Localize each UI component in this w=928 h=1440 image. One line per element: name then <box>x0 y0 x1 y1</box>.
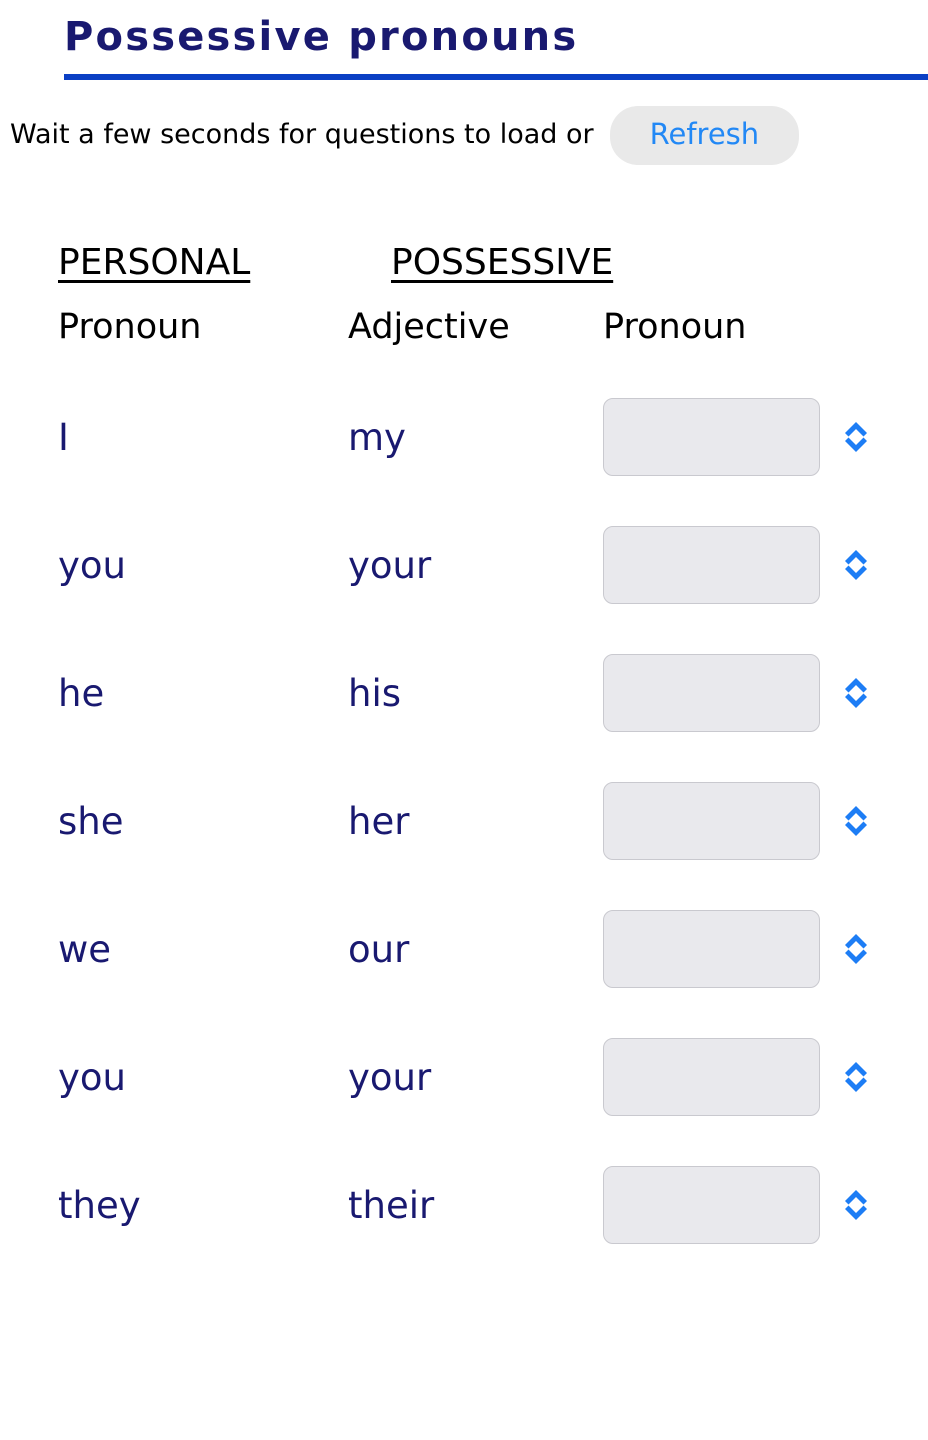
cell-personal-pronoun: he <box>58 671 105 715</box>
answer-select-wrapper: mineyourshishersourstheirs <box>603 654 893 732</box>
loading-notice-text: Wait a few seconds for questions to load… <box>10 119 594 151</box>
answer-select-wrapper: mineyourshishersourstheirs <box>603 910 893 988</box>
possessive-pronoun-select[interactable]: mineyourshishersourstheirs <box>603 1166 820 1244</box>
pronoun-rows: I my mineyourshishersourstheirs you your… <box>0 373 928 1269</box>
cell-personal-pronoun: we <box>58 927 112 971</box>
possessive-pronoun-select[interactable]: mineyourshishersourstheirs <box>603 654 820 732</box>
cell-possessive-adjective: my <box>348 415 406 459</box>
answer-select-wrapper: mineyourshishersourstheirs <box>603 1038 893 1116</box>
possessive-pronoun-select[interactable]: mineyourshishersourstheirs <box>603 782 820 860</box>
cell-possessive-adjective: their <box>348 1183 435 1227</box>
answer-select-wrapper: mineyourshishersourstheirs <box>603 398 893 476</box>
cell-personal-pronoun: you <box>58 543 126 587</box>
updown-chevron-icon <box>843 1060 869 1094</box>
table-row: they their mineyourshishersourstheirs <box>0 1141 928 1269</box>
answer-select-wrapper: mineyourshishersourstheirs <box>603 526 893 604</box>
table-row: he his mineyourshishersourstheirs <box>0 629 928 757</box>
updown-chevron-icon <box>843 420 869 454</box>
updown-chevron-icon <box>843 676 869 710</box>
table-row: she her mineyourshishersourstheirs <box>0 757 928 885</box>
table-row: you your mineyourshishersourstheirs <box>0 501 928 629</box>
column-header-possessive-adjective: Adjective <box>348 306 510 347</box>
page-title: Possessive pronouns <box>64 14 579 60</box>
pronoun-table: PERSONAL POSSESSIVE Pronoun Adjective Pr… <box>0 223 928 1269</box>
possessive-pronoun-select[interactable]: mineyourshishersourstheirs <box>603 1038 820 1116</box>
answer-select-wrapper: mineyourshishersourstheirs <box>603 782 893 860</box>
cell-possessive-adjective: his <box>348 671 402 715</box>
group-header-possessive: POSSESSIVE <box>391 242 614 283</box>
table-row: I my mineyourshishersourstheirs <box>0 373 928 501</box>
updown-chevron-icon <box>843 548 869 582</box>
table-row: you your mineyourshishersourstheirs <box>0 1013 928 1141</box>
cell-possessive-adjective: our <box>348 927 410 971</box>
cell-possessive-adjective: her <box>348 799 410 843</box>
sub-header-row: Pronoun Adjective Pronoun <box>0 281 928 373</box>
updown-chevron-icon <box>843 804 869 838</box>
group-header-row: PERSONAL POSSESSIVE <box>0 223 928 281</box>
table-row: we our mineyourshishersourstheirs <box>0 885 928 1013</box>
column-header-personal-pronoun: Pronoun <box>58 306 202 347</box>
group-header-personal: PERSONAL <box>58 242 251 283</box>
cell-personal-pronoun: you <box>58 1055 126 1099</box>
page-header: Possessive pronouns <box>0 0 928 80</box>
cell-personal-pronoun: they <box>58 1183 141 1227</box>
column-header-possessive-pronoun: Pronoun <box>603 306 747 347</box>
cell-possessive-adjective: your <box>348 1055 432 1099</box>
answer-select-wrapper: mineyourshishersourstheirs <box>603 1166 893 1244</box>
possessive-pronoun-select[interactable]: mineyourshishersourstheirs <box>603 526 820 604</box>
cell-personal-pronoun: she <box>58 799 124 843</box>
cell-personal-pronoun: I <box>58 415 69 459</box>
updown-chevron-icon <box>843 932 869 966</box>
cell-possessive-adjective: your <box>348 543 432 587</box>
updown-chevron-icon <box>843 1188 869 1222</box>
possessive-pronoun-select[interactable]: mineyourshishersourstheirs <box>603 398 820 476</box>
possessive-pronoun-select[interactable]: mineyourshishersourstheirs <box>603 910 820 988</box>
refresh-button[interactable]: Refresh <box>609 106 800 165</box>
notice-row: Wait a few seconds for questions to load… <box>0 80 928 165</box>
